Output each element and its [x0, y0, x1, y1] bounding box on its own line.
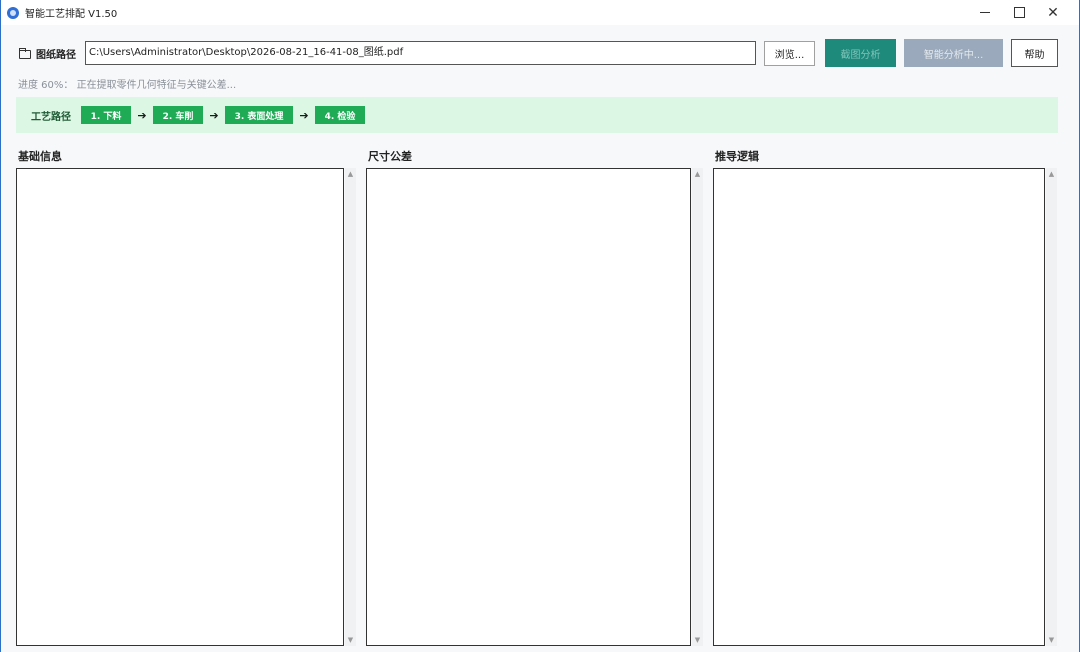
scroll-down-icon[interactable]: ▼ — [692, 634, 703, 646]
scroll-up-icon[interactable]: ▲ — [345, 168, 356, 180]
path-label-group: 图纸路径 — [19, 41, 76, 65]
scroll-down-icon[interactable]: ▼ — [345, 634, 356, 646]
progress-status: 进度 60%： 正在提取零件几何特征与关键公差... — [18, 80, 237, 91]
path-label: 图纸路径 — [36, 49, 76, 61]
process-route-bar: 工艺路径 1. 下料 ➔ 2. 车削 ➔ 3. 表面处理 ➔ 4. 检验 — [16, 97, 1058, 133]
maximize-icon[interactable] — [1003, 0, 1035, 25]
tolerance-scrollbar[interactable]: ▲ ▼ — [692, 168, 703, 646]
arrow-right-icon: ➔ — [137, 108, 147, 122]
screenshot-analyze-button[interactable]: 截图分析 — [825, 39, 896, 67]
route-step-4: 4. 检验 — [315, 106, 365, 124]
tolerance-textbox[interactable] — [366, 168, 691, 646]
main-content: 图纸路径 C:\Users\Administrator\Desktop\2026… — [1, 25, 1079, 652]
basic-info-textbox[interactable] — [16, 168, 344, 646]
browse-button[interactable]: 浏览... — [764, 41, 815, 66]
smart-analyze-button[interactable]: 智能分析中... — [904, 39, 1003, 67]
logic-scrollbar[interactable]: ▲ ▼ — [1046, 168, 1057, 646]
help-button[interactable]: 帮助 — [1011, 39, 1058, 67]
app-logo-icon — [7, 6, 19, 19]
window-title: 智能工艺排配 V1.50 — [25, 9, 118, 20]
arrow-right-icon: ➔ — [299, 108, 309, 122]
basic-info-scrollbar[interactable]: ▲ ▼ — [345, 168, 356, 646]
logic-title: 推导逻辑 — [715, 150, 759, 163]
title-bar: 智能工艺排配 V1.50 ✕ — [1, 0, 1079, 25]
path-input[interactable]: C:\Users\Administrator\Desktop\2026-08-2… — [85, 41, 756, 65]
route-label: 工艺路径 — [31, 111, 71, 123]
route-step-3: 3. 表面处理 — [225, 106, 293, 124]
tolerance-title: 尺寸公差 — [368, 150, 412, 163]
close-icon[interactable]: ✕ — [1037, 0, 1069, 25]
minimize-icon[interactable] — [969, 0, 1001, 25]
scroll-up-icon[interactable]: ▲ — [1046, 168, 1057, 180]
scroll-down-icon[interactable]: ▼ — [1046, 634, 1057, 646]
route-step-1: 1. 下料 — [81, 106, 131, 124]
app-window: 智能工艺排配 V1.50 ✕ 图纸路径 C:\Users\Administrat… — [0, 0, 1080, 652]
route-step-2: 2. 车削 — [153, 106, 203, 124]
arrow-right-icon: ➔ — [209, 108, 219, 122]
logic-textbox[interactable] — [713, 168, 1045, 646]
folder-icon — [19, 47, 31, 59]
scroll-up-icon[interactable]: ▲ — [692, 168, 703, 180]
basic-info-title: 基础信息 — [18, 150, 62, 163]
